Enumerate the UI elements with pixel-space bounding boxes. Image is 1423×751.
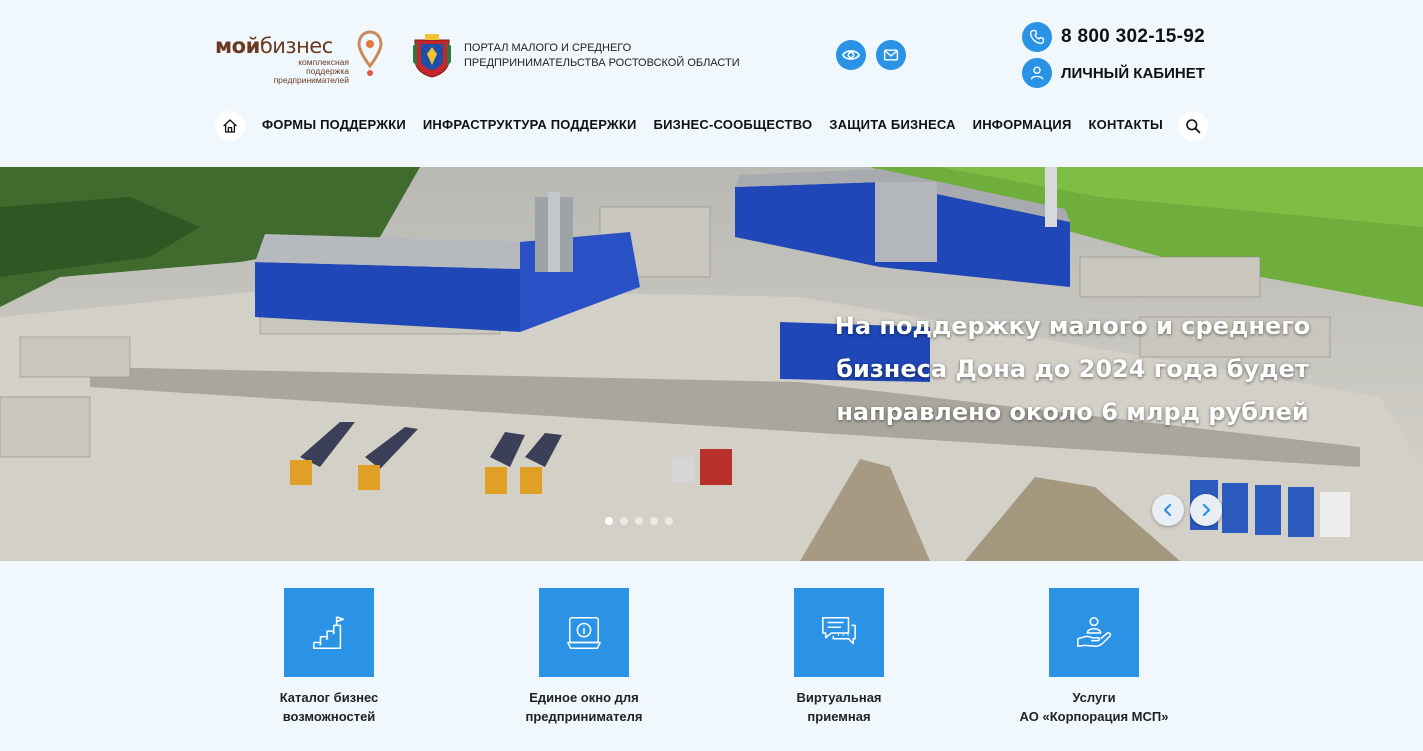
hand-support-icon	[1077, 616, 1112, 647]
location-pin-icon	[357, 30, 383, 76]
logo-wordmark: мойбизнес	[215, 34, 333, 58]
accessibility-button[interactable]	[836, 40, 866, 70]
home-icon	[223, 119, 237, 133]
home-button[interactable]	[215, 111, 245, 141]
slider-dot[interactable]	[635, 517, 643, 525]
hero-slider[interactable]: На поддержку малого и среднего бизнеса Д…	[0, 167, 1423, 561]
slider-dot[interactable]	[605, 517, 613, 525]
info-window-icon	[567, 616, 601, 649]
service-tile[interactable]	[539, 588, 629, 677]
phone-number: 8 800 302-15-92	[1061, 26, 1205, 47]
service-tile[interactable]	[284, 588, 374, 677]
slider-next-button[interactable]	[1190, 494, 1222, 526]
nav-item-support-forms[interactable]: ФОРМЫ ПОДДЕРЖКИ	[262, 117, 406, 132]
region-crest-icon	[413, 34, 451, 78]
nav-item-information[interactable]: ИНФОРМАЦИЯ	[973, 117, 1072, 132]
phone-link[interactable]: 8 800 302-15-92	[1022, 22, 1205, 52]
service-msp-corporation[interactable]: Услуги АО «Корпорация МСП»	[1004, 588, 1184, 726]
nav-item-business-community[interactable]: БИЗНЕС-СООБЩЕСТВО	[654, 117, 813, 132]
eye-icon	[842, 50, 860, 60]
search-icon	[1186, 119, 1201, 134]
chat-icon	[822, 616, 856, 644]
search-button[interactable]	[1178, 111, 1208, 141]
nav-item-contacts[interactable]: КОНТАКТЫ	[1089, 117, 1163, 132]
hero-title[interactable]: На поддержку малого и среднего бизнеса Д…	[815, 305, 1330, 434]
service-label: Виртуальная приемная	[796, 690, 882, 724]
service-tile[interactable]	[1049, 588, 1139, 677]
personal-cabinet-link[interactable]: ЛИЧНЫЙ КАБИНЕТ	[1022, 58, 1205, 88]
chevron-right-icon	[1202, 503, 1211, 517]
service-label: Единое окно для предпринимателя	[525, 690, 643, 724]
portal-title: ПОРТАЛ МАЛОГО И СРЕДНЕГО ПРЕДПРИНИМАТЕЛЬ…	[464, 42, 740, 69]
personal-cabinet-label: ЛИЧНЫЙ КАБИНЕТ	[1061, 64, 1205, 82]
user-icon	[1022, 58, 1052, 88]
nav-item-support-infrastructure[interactable]: ИНФРАСТРУКТУРА ПОДДЕРЖКИ	[423, 117, 637, 132]
service-label: Каталог бизнес возможностей	[279, 690, 379, 724]
service-business-catalog[interactable]: Каталог бизнес возможностей	[239, 588, 419, 726]
service-tile[interactable]	[794, 588, 884, 677]
site-logo[interactable]: мойбизнес комплексная поддержка предприн…	[215, 30, 385, 85]
slider-dot[interactable]	[650, 517, 658, 525]
slider-prev-button[interactable]	[1152, 494, 1184, 526]
main-nav: ФОРМЫ ПОДДЕРЖКИ ИНФРАСТРУКТУРА ПОДДЕРЖКИ…	[262, 117, 1180, 132]
service-single-window[interactable]: Единое окно для предпринимателя	[494, 588, 674, 726]
phone-icon	[1022, 22, 1052, 52]
slider-dot[interactable]	[620, 517, 628, 525]
service-label: Услуги АО «Корпорация МСП»	[1019, 690, 1169, 724]
service-virtual-reception[interactable]: Виртуальная приемная	[749, 588, 929, 726]
slider-dots	[605, 517, 680, 525]
chevron-left-icon	[1163, 503, 1172, 517]
slider-dot[interactable]	[665, 517, 673, 525]
mail-icon	[883, 49, 899, 61]
mail-button[interactable]	[876, 40, 906, 70]
growth-stairs-icon	[313, 615, 345, 649]
nav-item-business-protection[interactable]: ЗАЩИТА БИЗНЕСА	[829, 117, 955, 132]
logo-tagline: комплексная поддержка предпринимателей	[273, 57, 349, 85]
